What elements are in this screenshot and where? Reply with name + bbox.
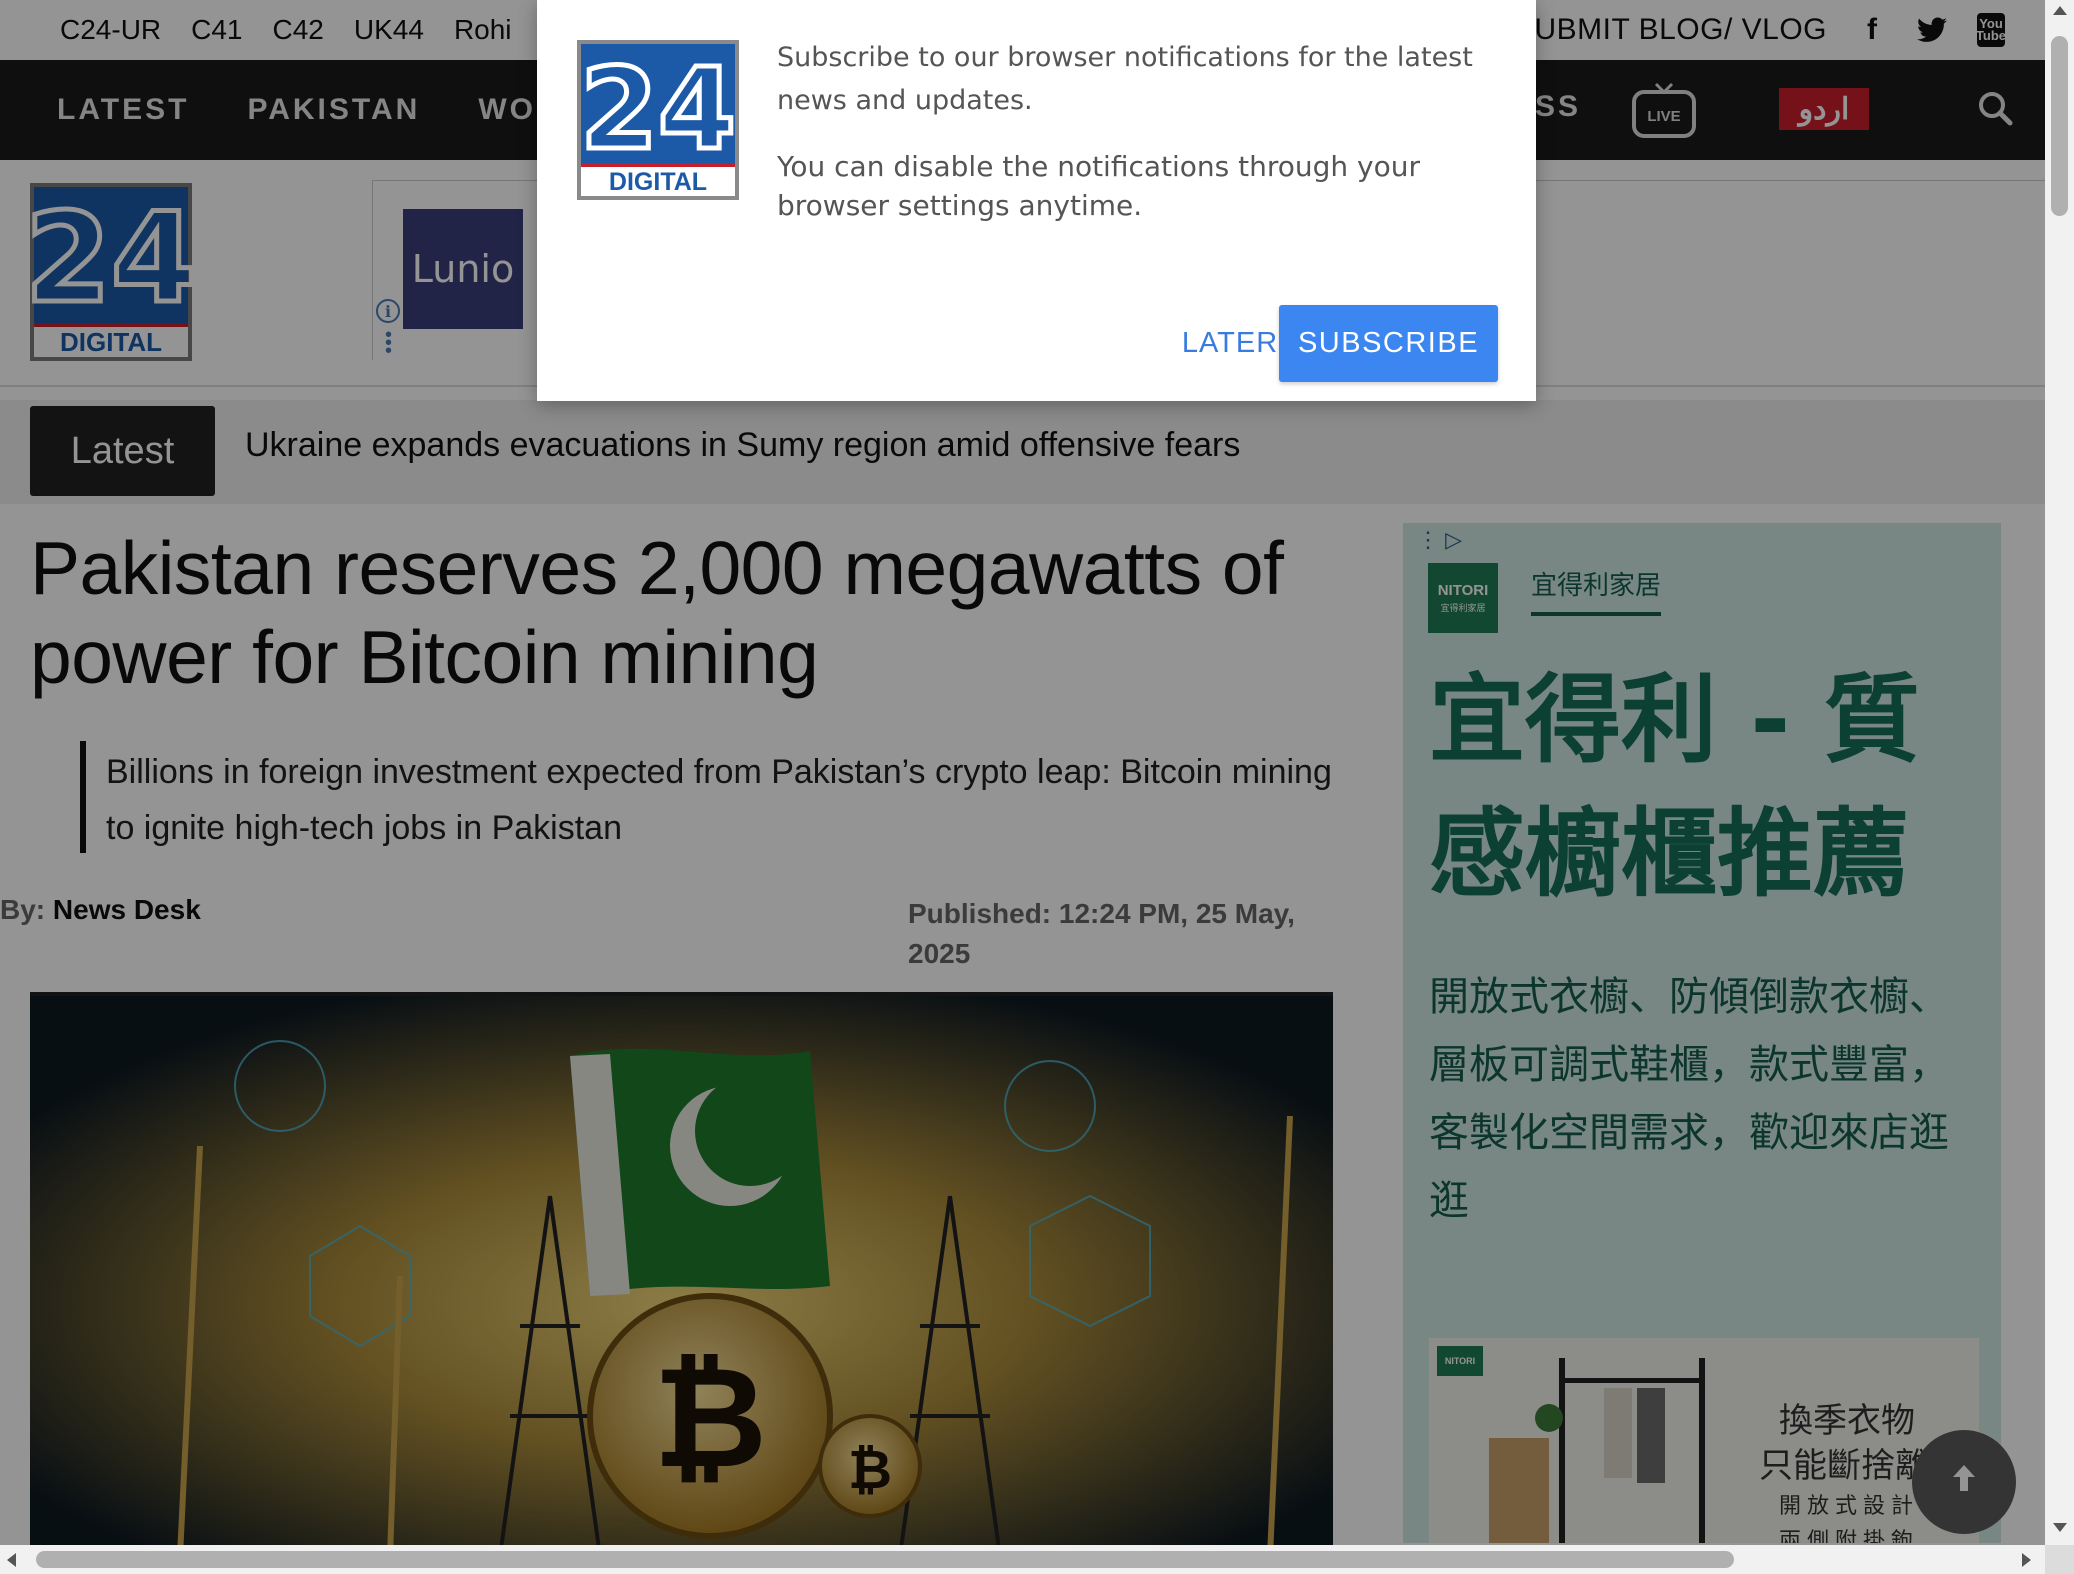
dialog-message: Subscribe to our browser notifications f… — [777, 42, 1473, 116]
subscribe-button[interactable]: SUBSCRIBE — [1279, 305, 1498, 382]
dialog-disable-note: You can disable the notifications throug… — [777, 150, 1421, 222]
dialog-logo-number: 24 — [580, 45, 736, 175]
notification-dialog: 24 DIGITAL Subscribe to our browser noti… — [537, 0, 1536, 401]
dialog-logo-word: DIGITAL — [609, 168, 707, 196]
vertical-scrollbar[interactable] — [2045, 0, 2074, 1545]
horizontal-scrollbar[interactable] — [0, 1545, 2045, 1574]
scroll-down-arrow-icon[interactable] — [2053, 1523, 2067, 1532]
dialog-logo: 24 DIGITAL — [577, 40, 739, 200]
scroll-up-arrow-icon[interactable] — [2053, 6, 2067, 15]
horizontal-scroll-thumb[interactable] — [36, 1551, 1734, 1568]
scroll-right-arrow-icon[interactable] — [2022, 1553, 2031, 1567]
scrollbar-corner — [2045, 1545, 2074, 1574]
vertical-scroll-thumb[interactable] — [2051, 36, 2068, 216]
scroll-left-arrow-icon[interactable] — [7, 1553, 16, 1567]
